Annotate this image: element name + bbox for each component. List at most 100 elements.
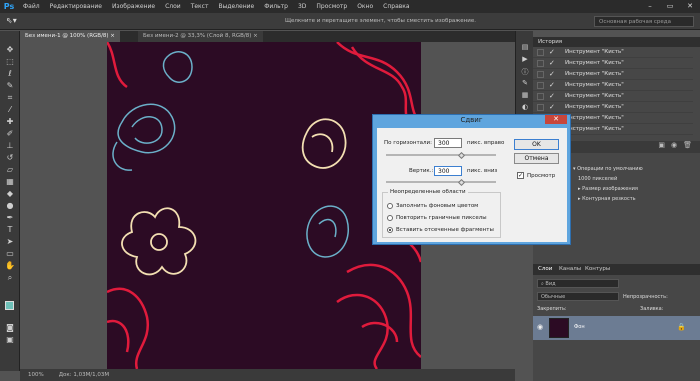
tab-channels[interactable]: Каналы	[559, 266, 581, 272]
doc-size: Док: 1,03M/1,03M	[58, 372, 110, 378]
brush-icon: ✓	[549, 70, 555, 78]
camera-icon[interactable]: ◉	[671, 141, 677, 153]
blend-mode-select[interactable]: Обычные	[537, 292, 619, 301]
opacity-label: Непрозрачность:	[623, 294, 668, 300]
brush-panel-icon[interactable]: ✎	[520, 79, 530, 88]
tab-paths[interactable]: Контуры	[585, 266, 610, 272]
pen-tool-icon[interactable]: ✒	[5, 213, 15, 222]
brush-icon: ✓	[549, 81, 555, 89]
tab-document-1[interactable]: Без имени-1 @ 100% (RGB/8) ×	[20, 31, 120, 42]
action-item[interactable]: ▸ Контурная резкость	[578, 196, 636, 202]
quick-select-icon[interactable]: ✎	[5, 81, 15, 90]
lasso-tool-icon[interactable]: ℓ	[5, 69, 15, 78]
repeat-edge-label: Повторить граничные пикселы	[396, 215, 487, 221]
shape-tool-icon[interactable]: ▭	[5, 249, 15, 258]
action-set[interactable]: ▾ Операции по умолчанию	[573, 166, 643, 172]
history-brush-icon[interactable]: ↺	[5, 153, 15, 162]
menu-window[interactable]: Окно	[352, 3, 378, 10]
marquee-tool-icon[interactable]: ⬚	[5, 57, 15, 66]
menu-image[interactable]: Изображение	[107, 3, 160, 10]
hand-tool-icon[interactable]: ✋	[5, 261, 15, 270]
history-item[interactable]: ✓Инструмент "Кисть"	[533, 102, 693, 113]
minimize-button[interactable]: –	[640, 0, 660, 12]
new-snapshot-icon[interactable]: ▣	[658, 141, 665, 153]
zoom-level[interactable]: 100%	[28, 372, 44, 378]
history-item[interactable]: ✓Инструмент "Кисть"	[533, 58, 693, 69]
stamp-tool-icon[interactable]: ⊥	[5, 141, 15, 150]
layer-name[interactable]: Фон	[574, 324, 585, 330]
horizontal-input[interactable]: 300	[434, 138, 462, 148]
swatches-panel-icon[interactable]: ▦	[520, 91, 530, 100]
crop-tool-icon[interactable]: ⌗	[5, 93, 15, 102]
tool-hint: Щелкните и перетащите элемент, чтобы сме…	[285, 18, 476, 24]
workspace-select[interactable]: Основная рабочая среда	[594, 16, 694, 27]
vertical-unit: пикс. вниз	[467, 168, 498, 174]
history-item[interactable]: ✓Инструмент "Кисть"	[533, 47, 693, 58]
lock-icon: 🔒	[677, 323, 686, 331]
lock-label: Закрепить:	[537, 306, 567, 312]
history-panel-title[interactable]: История	[533, 37, 700, 47]
horizontal-slider[interactable]	[386, 154, 496, 156]
layer-filter-select[interactable]: ⌕ Вид	[537, 279, 619, 288]
menu-edit[interactable]: Редактирование	[45, 3, 107, 10]
menu-view[interactable]: Просмотр	[311, 3, 352, 10]
menu-3d[interactable]: 3D	[293, 3, 311, 10]
path-select-icon[interactable]: ➤	[5, 237, 15, 246]
brush-icon: ✓	[549, 103, 555, 111]
close-window-button[interactable]: ✕	[680, 0, 700, 12]
blur-tool-icon[interactable]: ◆	[5, 189, 15, 198]
photoshop-logo: Ps	[3, 2, 15, 11]
menu-text[interactable]: Текст	[186, 3, 214, 10]
vertical-slider[interactable]	[386, 181, 496, 183]
maximize-button[interactable]: ▭	[660, 0, 680, 12]
preview-checkbox[interactable]: ✓	[517, 172, 524, 179]
dialog-title: Сдвиг	[460, 116, 483, 124]
foreground-color-swatch[interactable]	[5, 301, 14, 310]
eye-icon[interactable]: ◉	[537, 323, 543, 331]
menu-file[interactable]: Файл	[18, 3, 45, 10]
menu-select[interactable]: Выделение	[213, 3, 259, 10]
screen-mode-icon[interactable]: ▣	[5, 335, 15, 344]
type-tool-icon[interactable]: T	[5, 225, 15, 234]
wrap-around-radio[interactable]	[387, 227, 393, 233]
history-item[interactable]: ✓Инструмент "Кисть"	[533, 80, 693, 91]
zoom-tool-icon[interactable]: ⌕	[5, 273, 15, 282]
actions-panel-icon[interactable]: ▶	[520, 55, 530, 64]
dialog-close-button[interactable]: ✕	[545, 115, 567, 124]
menu-filter[interactable]: Фильтр	[259, 3, 293, 10]
menu-bar: Ps Файл Редактирование Изображение Слои …	[0, 0, 700, 13]
menu-help[interactable]: Справка	[378, 3, 414, 10]
layer-thumbnail	[549, 318, 569, 338]
vertical-input[interactable]: 300	[434, 166, 462, 176]
history-panel-icon[interactable]: ▤	[520, 43, 530, 52]
document-tabs: Без имени-1 @ 100% (RGB/8) × Без имени-2…	[20, 31, 515, 42]
gradient-tool-icon[interactable]: ▦	[5, 177, 15, 186]
action-item[interactable]: 1000 пикселей	[578, 176, 617, 182]
ok-button[interactable]: OK	[514, 139, 559, 150]
quick-mask-icon[interactable]: ◙	[5, 323, 15, 332]
info-panel-icon[interactable]: ⓘ	[520, 67, 530, 76]
fill-background-label: Заполнить фоновым цветом	[396, 203, 479, 209]
move-tool-icon[interactable]: ✥	[5, 45, 15, 54]
history-item[interactable]: ✓Инструмент "Кисть"	[533, 69, 693, 80]
eraser-tool-icon[interactable]: ▱	[5, 165, 15, 174]
horizontal-label: По горизонтали:	[384, 140, 432, 146]
cancel-button[interactable]: Отмена	[514, 153, 559, 164]
wrap-around-label: Вставить отсеченные фрагменты	[396, 227, 494, 233]
move-tool-icon[interactable]: ⇖▾	[6, 16, 17, 25]
action-item[interactable]: ▸ Размер изображения	[578, 186, 638, 192]
fill-background-radio[interactable]	[387, 203, 393, 209]
tab-document-2[interactable]: Без имени-2 @ 33,3% (Слой 8, RGB/8) ×	[138, 31, 263, 42]
healing-brush-icon[interactable]: ✚	[5, 117, 15, 126]
eyedropper-icon[interactable]: ⁄	[5, 105, 15, 114]
repeat-edge-radio[interactable]	[387, 215, 393, 221]
adjustments-panel-icon[interactable]: ◐	[520, 103, 530, 112]
history-item[interactable]: ✓Инструмент "Кисть"	[533, 91, 693, 102]
tab-layers[interactable]: Слои	[538, 266, 552, 272]
brush-icon: ✓	[549, 59, 555, 67]
menu-layers[interactable]: Слои	[160, 3, 186, 10]
trash-icon[interactable]: 🗑	[683, 141, 692, 153]
dodge-tool-icon[interactable]: ●	[5, 201, 15, 210]
brush-tool-icon[interactable]: ✐	[5, 129, 15, 138]
group-title: Неопределенные области	[388, 189, 468, 195]
